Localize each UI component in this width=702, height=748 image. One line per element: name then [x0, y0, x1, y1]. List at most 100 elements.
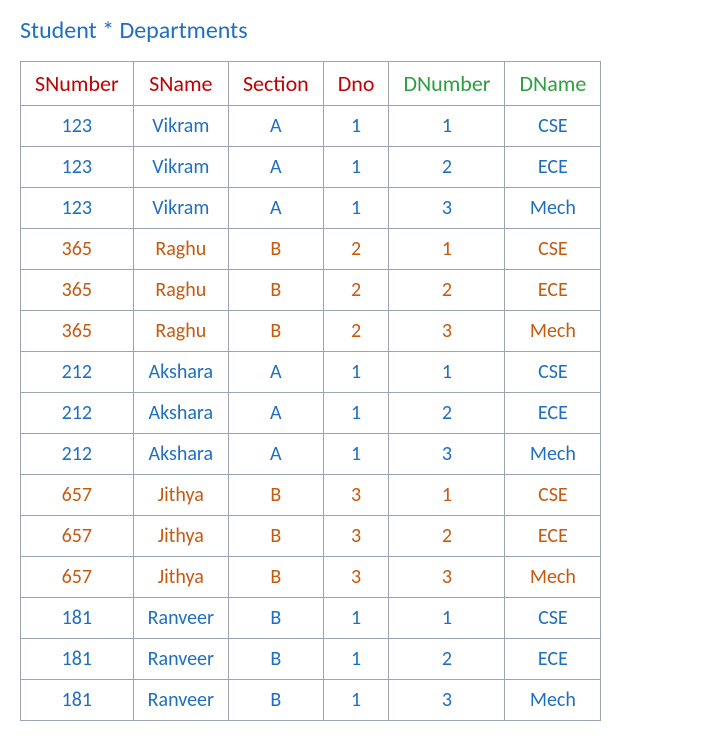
table-cell: 1	[389, 475, 505, 516]
table-cell: Akshara	[133, 393, 228, 434]
table-row: 657JithyaB32ECE	[21, 516, 601, 557]
table-cell: Akshara	[133, 434, 228, 475]
table-cell: CSE	[505, 598, 601, 639]
table-cell: 657	[21, 475, 134, 516]
table-cell: 1	[323, 106, 389, 147]
table-cell: 3	[323, 516, 389, 557]
table-cell: 365	[21, 270, 134, 311]
table-cell: B	[228, 639, 323, 680]
header-cell: DName	[505, 62, 601, 106]
table-row: 181RanveerB13Mech	[21, 680, 601, 721]
data-table: SNumberSNameSectionDnoDNumberDName 123Vi…	[20, 61, 601, 721]
table-row: 365RaghuB21CSE	[21, 229, 601, 270]
table-cell: Raghu	[133, 270, 228, 311]
table-cell: 1	[323, 639, 389, 680]
table-cell: 212	[21, 352, 134, 393]
table-cell: 2	[323, 270, 389, 311]
table-cell: A	[228, 147, 323, 188]
table-cell: 181	[21, 598, 134, 639]
table-cell: Ranveer	[133, 680, 228, 721]
page-title: Student * Departments	[20, 16, 682, 45]
table-cell: 1	[323, 188, 389, 229]
table-cell: 181	[21, 639, 134, 680]
table-cell: 365	[21, 311, 134, 352]
table-cell: Jithya	[133, 475, 228, 516]
table-cell: ECE	[505, 639, 601, 680]
header-cell: Section	[228, 62, 323, 106]
header-cell: Dno	[323, 62, 389, 106]
table-cell: CSE	[505, 229, 601, 270]
table-cell: ECE	[505, 270, 601, 311]
table-cell: Vikram	[133, 188, 228, 229]
table-cell: 3	[389, 680, 505, 721]
table-cell: 3	[323, 475, 389, 516]
table-cell: Raghu	[133, 311, 228, 352]
table-cell: 2	[389, 270, 505, 311]
header-cell: SName	[133, 62, 228, 106]
table-cell: Jithya	[133, 557, 228, 598]
table-cell: 3	[389, 557, 505, 598]
table-cell: A	[228, 352, 323, 393]
table-cell: B	[228, 311, 323, 352]
table-cell: B	[228, 475, 323, 516]
table-cell: 1	[389, 106, 505, 147]
table-cell: ECE	[505, 393, 601, 434]
table-cell: CSE	[505, 106, 601, 147]
table-row: 365RaghuB22ECE	[21, 270, 601, 311]
table-cell: 1	[323, 352, 389, 393]
table-cell: Akshara	[133, 352, 228, 393]
table-row: 123VikramA12ECE	[21, 147, 601, 188]
table-cell: 1	[323, 680, 389, 721]
table-cell: 1	[323, 598, 389, 639]
table-cell: 2	[389, 516, 505, 557]
table-cell: 1	[389, 598, 505, 639]
table-cell: ECE	[505, 516, 601, 557]
table-cell: 123	[21, 106, 134, 147]
table-cell: A	[228, 106, 323, 147]
table-cell: Raghu	[133, 229, 228, 270]
table-cell: B	[228, 516, 323, 557]
table-row: 123VikramA13Mech	[21, 188, 601, 229]
table-cell: Ranveer	[133, 639, 228, 680]
table-cell: 123	[21, 147, 134, 188]
table-cell: 2	[389, 639, 505, 680]
table-cell: 657	[21, 557, 134, 598]
header-row: SNumberSNameSectionDnoDNumberDName	[21, 62, 601, 106]
table-cell: 212	[21, 393, 134, 434]
header-cell: SNumber	[21, 62, 134, 106]
table-row: 181RanveerB11CSE	[21, 598, 601, 639]
table-cell: CSE	[505, 352, 601, 393]
table-cell: Jithya	[133, 516, 228, 557]
table-cell: 2	[323, 311, 389, 352]
table-row: 365RaghuB23Mech	[21, 311, 601, 352]
table-cell: 1	[389, 352, 505, 393]
table-cell: 2	[389, 147, 505, 188]
table-cell: Vikram	[133, 106, 228, 147]
table-cell: 2	[323, 229, 389, 270]
table-cell: ECE	[505, 147, 601, 188]
table-cell: Ranveer	[133, 598, 228, 639]
table-cell: A	[228, 188, 323, 229]
table-cell: Vikram	[133, 147, 228, 188]
table-cell: B	[228, 680, 323, 721]
table-cell: Mech	[505, 188, 601, 229]
header-cell: DNumber	[389, 62, 505, 106]
table-row: 181RanveerB12ECE	[21, 639, 601, 680]
table-cell: 2	[389, 393, 505, 434]
table-cell: Mech	[505, 311, 601, 352]
table-row: 657JithyaB33Mech	[21, 557, 601, 598]
table-cell: 123	[21, 188, 134, 229]
table-row: 123VikramA11CSE	[21, 106, 601, 147]
table-cell: 1	[323, 434, 389, 475]
table-cell: 212	[21, 434, 134, 475]
table-cell: B	[228, 229, 323, 270]
table-cell: B	[228, 598, 323, 639]
table-cell: 365	[21, 229, 134, 270]
table-cell: B	[228, 270, 323, 311]
table-cell: CSE	[505, 475, 601, 516]
table-cell: 181	[21, 680, 134, 721]
table-cell: 1	[323, 147, 389, 188]
table-cell: A	[228, 434, 323, 475]
table-row: 212AksharaA12ECE	[21, 393, 601, 434]
table-cell: B	[228, 557, 323, 598]
